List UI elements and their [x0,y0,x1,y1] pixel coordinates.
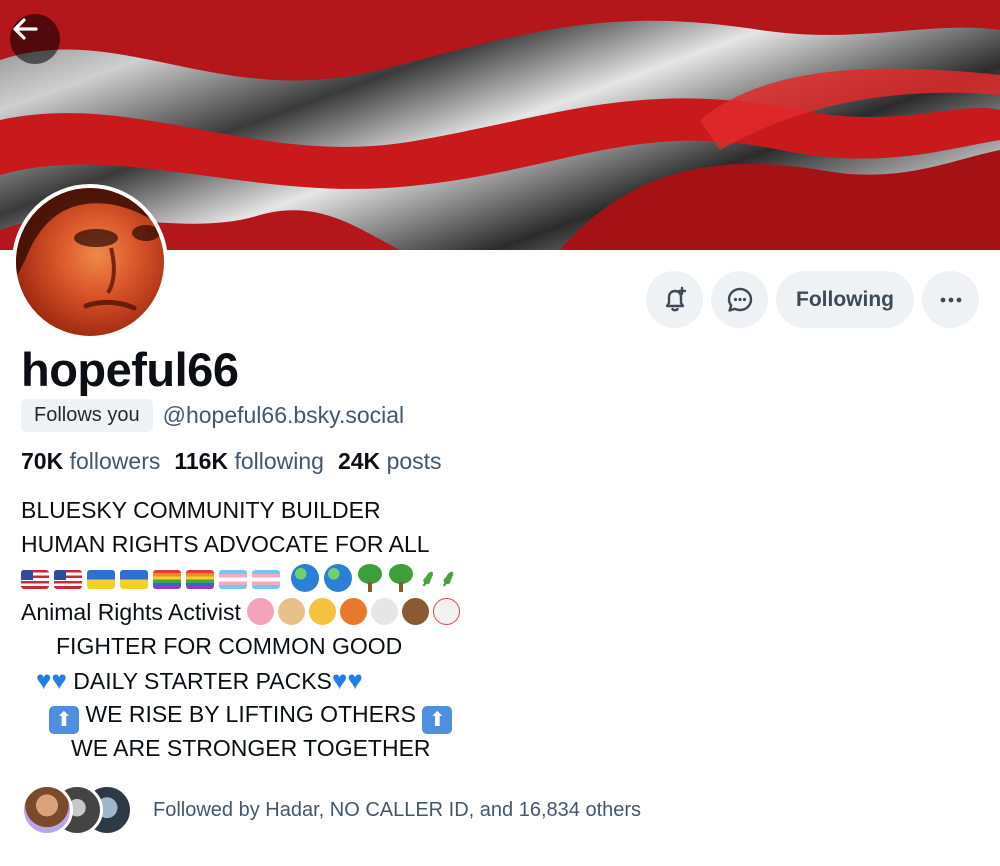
bio-line: DAILY STARTER PACKS [73,668,332,694]
profile-bio: BLUESKY COMMUNITY BUILDER HUMAN RIGHTS A… [21,493,464,765]
globe-icon [291,564,320,592]
message-button[interactable] [711,271,769,328]
bell-plus-icon [665,286,686,311]
ellipsis-icon [940,297,961,302]
rainbow-flag-icon [153,570,181,589]
followers-stat[interactable]: 70K followers [21,448,160,475]
posts-count: 24K [337,448,381,474]
ukraine-flag-icon [120,570,148,589]
back-button[interactable] [10,14,60,64]
posts-label: posts [386,448,442,474]
chat-bubble-icon [727,287,752,312]
transgender-flag-icon [252,570,280,589]
followers-label: followers [69,448,161,474]
bio-line: HUMAN RIGHTS ADVOCATE FOR ALL [21,531,430,557]
blue-heart-icon: ♥ [347,665,363,695]
bio-hearts-line: ♥♥ DAILY STARTER PACKS♥♥ [21,663,464,697]
bio-line: BLUESKY COMMUNITY BUILDER [21,497,381,523]
profile-stats: 70K followers 116K following 24K posts [21,448,442,475]
followed-by-text: Followed by Hadar, NO CALLER ID, and 16,… [153,798,642,821]
more-options-button[interactable] [922,271,979,328]
bio-line: WE ARE STRONGER TOGETHER [71,735,431,761]
handle-row: Follows you @hopeful66.bsky.social [21,399,404,432]
followers-count: 70K [21,448,64,474]
transgender-flag-icon [219,570,247,589]
blue-heart-icon: ♥ [331,665,348,695]
blue-heart-icon: ♥ [51,665,67,695]
display-name: hopeful66 [21,343,239,396]
seedling-icon: ⸙ [439,565,457,591]
globe-icon [324,564,353,592]
tree-icon [357,564,383,592]
bio-line: FIGHTER FOR COMMON GOOD [56,633,403,659]
bio-animal-line: Animal Rights Activist [21,595,464,629]
posts-stat: 24K posts [338,448,442,475]
ukraine-flag-icon [87,570,115,589]
following-button[interactable]: Following [776,271,914,328]
bio-arrows-line: ⬆ WE RISE BY LIFTING OTHERS ⬆ [21,697,464,734]
us-flag-icon [54,570,82,589]
seedling-icon: ⸙ [419,565,437,591]
up-arrow-icon: ⬆ [422,706,453,734]
us-flag-icon [21,570,49,589]
blue-heart-icon: ♥ [36,665,52,695]
bio-line: Animal Rights Activist [21,599,241,625]
following-count: 116K [174,448,229,474]
following-stat[interactable]: 116K following [174,448,324,475]
avatar-portrait-image [16,188,164,311]
fox-face-icon [340,598,368,625]
cat-face-icon [309,598,337,625]
following-button-label: Following [796,287,894,311]
profile-actions: Following [646,271,979,328]
notify-button[interactable] [646,271,704,328]
bio-emoji-line: ⸙ ⸙ [21,561,464,595]
follower-avatar [21,784,73,836]
up-arrow-icon: ⬆ [49,706,79,734]
following-label: following [234,448,324,474]
horse-face-icon [402,598,430,625]
pig-face-icon [247,598,275,625]
tree-icon [388,564,414,592]
arrow-left-icon [13,18,38,40]
bio-line: WE RISE BY LIFTING OTHERS [85,701,416,727]
rooster-icon [433,598,461,625]
rainbow-flag-icon [186,570,214,589]
dog-face-icon [278,598,306,625]
avatar[interactable] [12,184,168,340]
follows-you-badge: Follows you [21,399,153,432]
followed-by-row[interactable]: Followed by Hadar, NO CALLER ID, and 16,… [21,784,641,836]
cow-face-icon [371,598,399,625]
handle: @hopeful66.bsky.social [162,402,405,428]
